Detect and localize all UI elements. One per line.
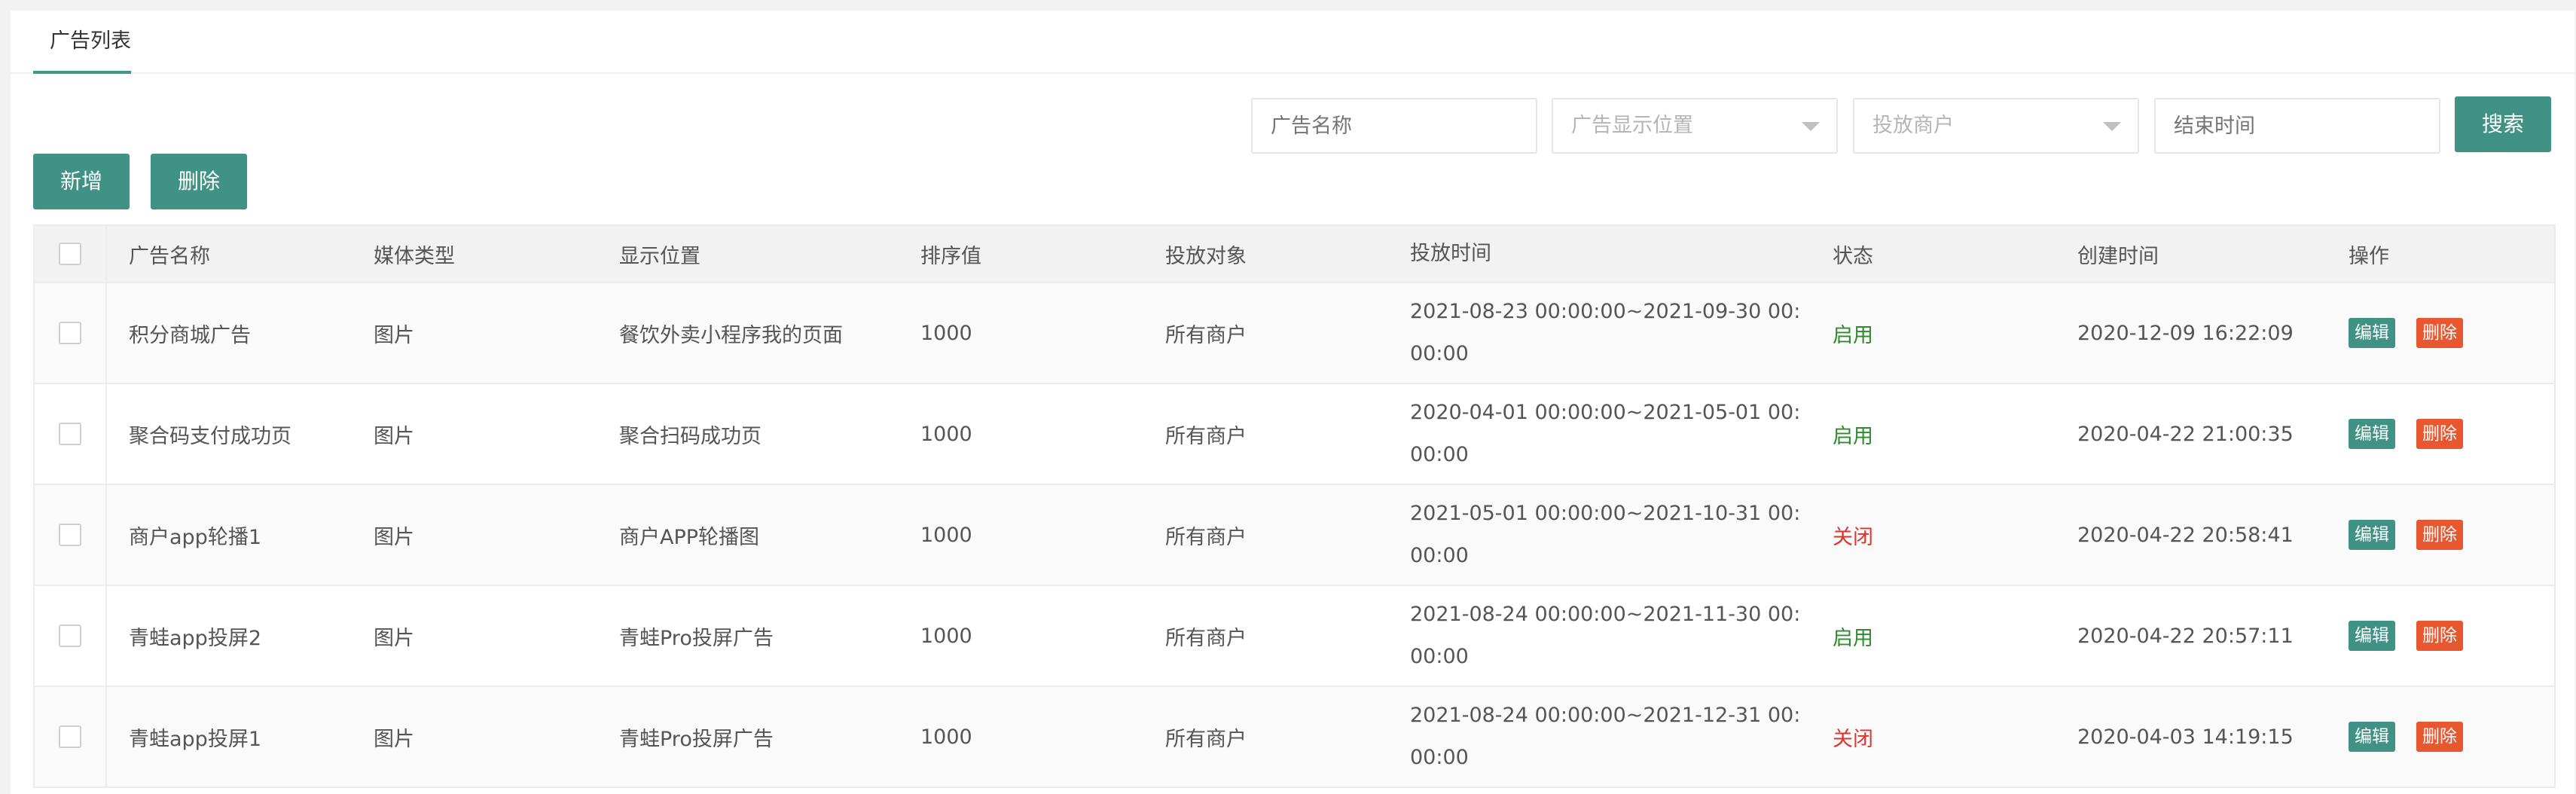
cell-time: 2021-08-23 00:00:00~2021-09-30 00:00:00 — [1410, 300, 1801, 365]
add-button[interactable]: 新增 — [33, 154, 130, 209]
table-row: 商户app轮播1 图片 商户APP轮播图 1000 所有商户 2021-05-0… — [35, 485, 2554, 586]
cell-sort: 1000 — [920, 624, 972, 648]
cell-ad-name: 青蛙app投屏2 — [129, 626, 262, 650]
delete-button[interactable]: 删除 — [2416, 722, 2463, 752]
cell-media-type: 图片 — [374, 727, 414, 751]
edit-button[interactable]: 编辑 — [2349, 419, 2395, 449]
end-time-input[interactable] — [2154, 98, 2440, 154]
cell-ad-name: 青蛙app投屏1 — [129, 727, 262, 751]
row-checkbox[interactable] — [59, 725, 81, 748]
cell-time: 2020-04-01 00:00:00~2021-05-01 00:00:00 — [1410, 401, 1801, 466]
row-checkbox[interactable] — [59, 322, 81, 344]
cell-position: 商户APP轮播图 — [619, 525, 760, 549]
delete-button[interactable]: 删除 — [2416, 318, 2463, 348]
cell-status: 启用 — [1833, 323, 1873, 347]
edit-button[interactable]: 编辑 — [2349, 722, 2395, 752]
merchant-select-placeholder: 投放商户 — [1872, 114, 1954, 137]
row-checkbox[interactable] — [59, 625, 81, 647]
table-row: 积分商城广告 图片 餐饮外卖小程序我的页面 1000 所有商户 2021-08-… — [35, 283, 2554, 384]
cell-sort: 1000 — [920, 725, 972, 749]
row-checkbox[interactable] — [59, 423, 81, 445]
header-position: 显示位置 — [619, 244, 700, 268]
table-row: 聚合码支付成功页 图片 聚合扫码成功页 1000 所有商户 2020-04-01… — [35, 384, 2554, 485]
cell-media-type: 图片 — [374, 323, 414, 347]
cell-sort: 1000 — [920, 321, 972, 345]
header-created: 创建时间 — [2077, 244, 2159, 268]
tab-bar: 广告列表 — [11, 11, 2574, 74]
cell-status: 启用 — [1833, 626, 1873, 650]
batch-delete-button[interactable]: 删除 — [151, 154, 247, 209]
edit-button[interactable]: 编辑 — [2349, 621, 2395, 651]
table-header: 广告名称 媒体类型 显示位置 排序值 投放对象 投放时间 状态 创建时间 操作 — [35, 224, 2554, 283]
search-button[interactable]: 搜索 — [2455, 96, 2551, 152]
header-status: 状态 — [1833, 244, 1873, 268]
position-select-placeholder: 广告显示位置 — [1571, 114, 1693, 137]
cell-target: 所有商户 — [1165, 323, 1247, 347]
cell-time: 2021-08-24 00:00:00~2021-11-30 00:00:00 — [1410, 603, 1801, 668]
header-ad-name: 广告名称 — [129, 244, 210, 268]
cell-media-type: 图片 — [374, 424, 414, 448]
delete-button[interactable]: 删除 — [2416, 621, 2463, 651]
cell-status: 关闭 — [1833, 727, 1873, 751]
cell-created: 2020-04-22 21:00:35 — [2077, 422, 2294, 446]
tab-ad-list[interactable]: 广告列表 — [33, 11, 148, 72]
header-sort: 排序值 — [920, 244, 981, 268]
cell-ad-name: 积分商城广告 — [129, 323, 251, 347]
cell-position: 餐饮外卖小程序我的页面 — [619, 323, 843, 347]
edit-button[interactable]: 编辑 — [2349, 520, 2395, 550]
ad-name-input[interactable] — [1251, 98, 1537, 154]
cell-ad-name: 商户app轮播1 — [129, 525, 262, 549]
cell-created: 2020-04-22 20:57:11 — [2077, 624, 2294, 648]
cell-sort: 1000 — [920, 422, 972, 446]
cell-created: 2020-04-22 20:58:41 — [2077, 523, 2294, 547]
cell-target: 所有商户 — [1165, 727, 1247, 751]
chevron-down-icon — [2103, 122, 2121, 131]
chevron-down-icon — [1802, 122, 1820, 131]
ad-table: 广告名称 媒体类型 显示位置 排序值 投放对象 投放时间 状态 创建时间 操作 … — [33, 224, 2556, 788]
cell-target: 所有商户 — [1165, 424, 1247, 448]
header-target: 投放对象 — [1165, 244, 1247, 268]
row-checkbox[interactable] — [59, 524, 81, 546]
cell-time: 2021-05-01 00:00:00~2021-10-31 00:00:00 — [1410, 502, 1801, 567]
content-panel: 广告列表 广告显示位置 投放商户 搜索 新增 删除 广告名称 媒体类型 显示位置… — [11, 11, 2574, 794]
cell-position: 青蛙Pro投屏广告 — [619, 626, 774, 650]
position-select[interactable]: 广告显示位置 — [1552, 98, 1838, 154]
select-all-checkbox[interactable] — [59, 243, 81, 265]
cell-target: 所有商户 — [1165, 525, 1247, 549]
cell-position: 聚合扫码成功页 — [619, 424, 762, 448]
cell-media-type: 图片 — [374, 525, 414, 549]
delete-button[interactable]: 删除 — [2416, 520, 2463, 550]
header-time: 投放时间 — [1410, 242, 1491, 265]
tab-active-indicator — [33, 71, 131, 74]
cell-position: 青蛙Pro投屏广告 — [619, 727, 774, 751]
merchant-select[interactable]: 投放商户 — [1853, 98, 2139, 154]
cell-created: 2020-04-03 14:19:15 — [2077, 725, 2294, 749]
cell-status: 关闭 — [1833, 525, 1873, 549]
cell-sort: 1000 — [920, 523, 972, 547]
cell-target: 所有商户 — [1165, 626, 1247, 650]
table-row: 青蛙app投屏2 图片 青蛙Pro投屏广告 1000 所有商户 2021-08-… — [35, 586, 2554, 687]
edit-button[interactable]: 编辑 — [2349, 318, 2395, 348]
cell-created: 2020-12-09 16:22:09 — [2077, 321, 2294, 345]
delete-button[interactable]: 删除 — [2416, 419, 2463, 449]
cell-media-type: 图片 — [374, 626, 414, 650]
header-media-type: 媒体类型 — [374, 244, 455, 268]
header-actions: 操作 — [2349, 244, 2389, 268]
cell-time: 2021-08-24 00:00:00~2021-12-31 00:00:00 — [1410, 704, 1801, 769]
cell-ad-name: 聚合码支付成功页 — [129, 424, 291, 448]
cell-status: 启用 — [1833, 424, 1873, 448]
table-row: 青蛙app投屏1 图片 青蛙Pro投屏广告 1000 所有商户 2021-08-… — [35, 687, 2554, 788]
